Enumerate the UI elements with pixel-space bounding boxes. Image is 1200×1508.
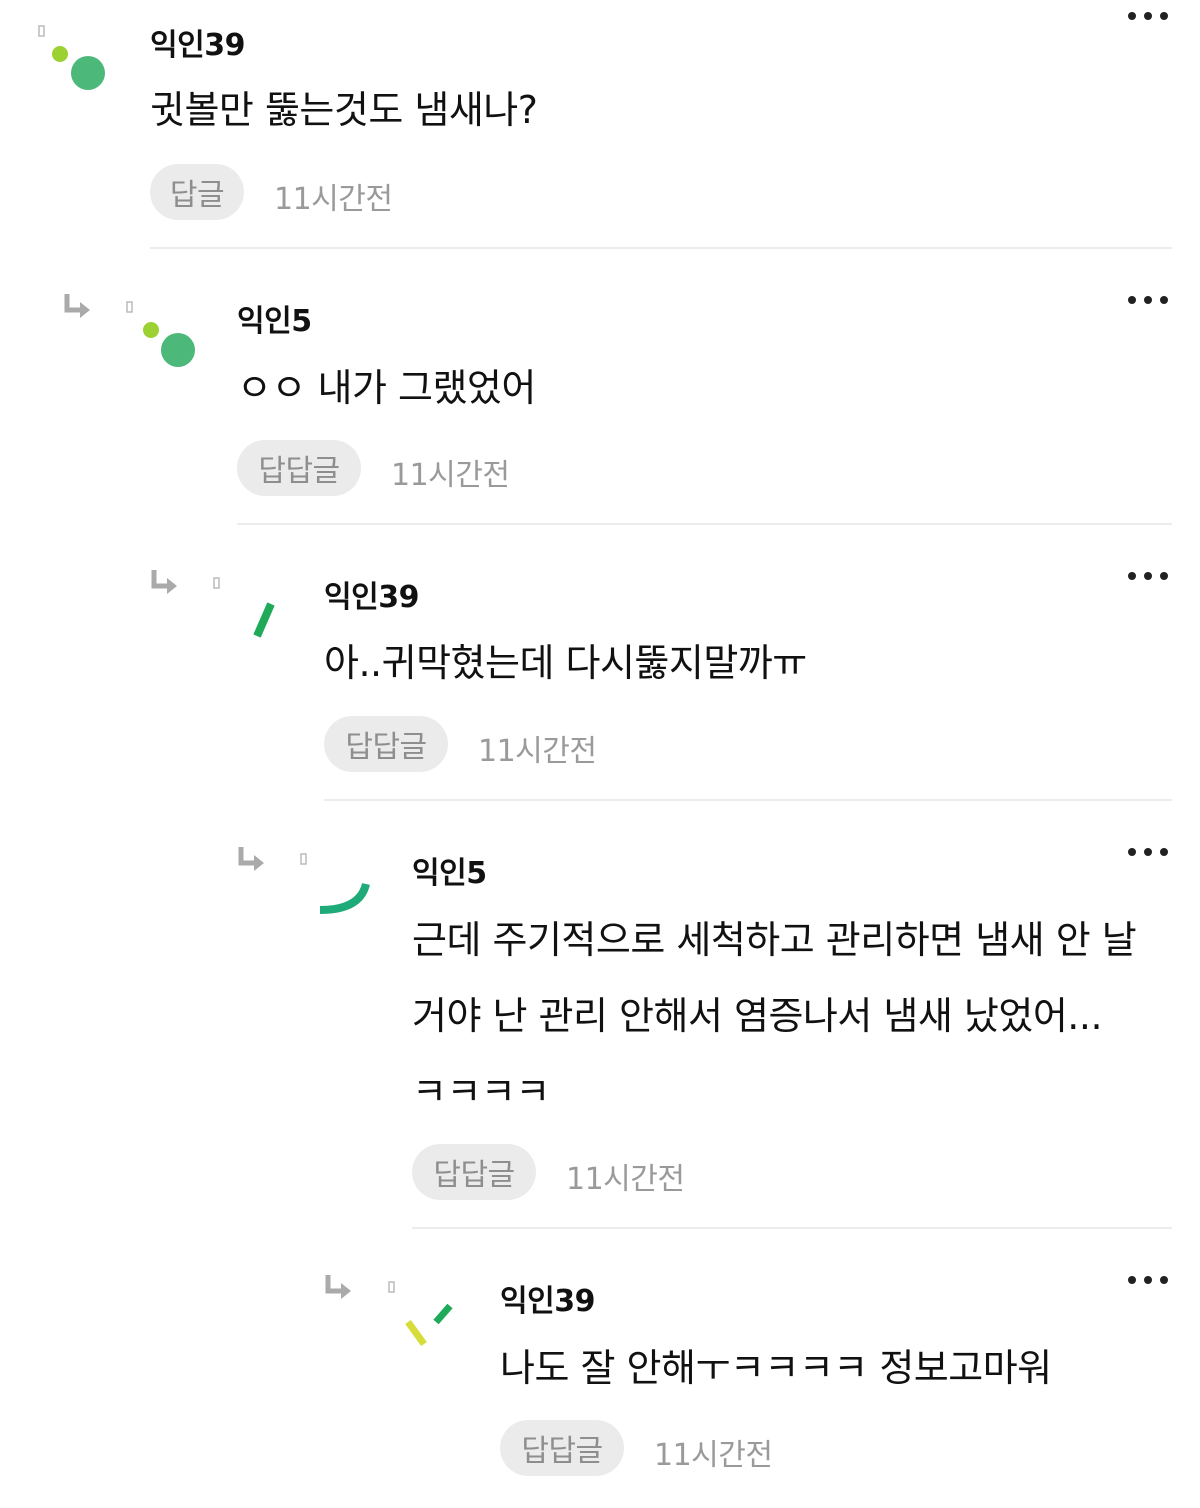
avatar[interactable]	[205, 570, 285, 650]
more-options-button[interactable]	[1126, 290, 1170, 310]
reply-button[interactable]: 답답글	[500, 1420, 624, 1476]
divider	[324, 799, 1172, 801]
reply-button[interactable]: 답글	[150, 164, 244, 220]
reply-arrow-icon	[236, 845, 268, 875]
comment-author: 익인5	[237, 304, 312, 339]
avatar[interactable]	[292, 846, 372, 926]
more-options-button[interactable]	[1126, 566, 1170, 586]
comment-author: 익인39	[150, 28, 245, 63]
reply-arrow-icon	[62, 292, 94, 322]
more-horizontal-icon	[1128, 1276, 1168, 1284]
divider	[237, 523, 1172, 525]
comment-author: 익인39	[500, 1284, 595, 1319]
comment-time: 11시간전	[566, 1162, 685, 1197]
reply-button[interactable]: 답답글	[237, 440, 361, 496]
comment-time: 11시간전	[274, 182, 393, 217]
reply-arrow-icon	[323, 1273, 355, 1303]
comment-time: 11시간전	[654, 1438, 773, 1473]
more-horizontal-icon	[1128, 572, 1168, 580]
comment-text: ㅇㅇ 내가 그랬었어	[237, 366, 536, 410]
more-options-button[interactable]	[1126, 6, 1170, 26]
reply-button[interactable]: 답답글	[412, 1144, 536, 1200]
reply-button[interactable]: 답답글	[324, 716, 448, 772]
divider	[412, 1227, 1172, 1229]
avatar[interactable]	[380, 1274, 460, 1354]
more-options-button[interactable]	[1126, 842, 1170, 862]
more-options-button[interactable]	[1126, 1270, 1170, 1290]
reply-arrow-icon	[149, 568, 181, 598]
more-horizontal-icon	[1128, 848, 1168, 856]
comment-text: 근데 주기적으로 세척하고 관리하면 냄새 안 날 거야 난 관리 안해서 염증…	[412, 918, 1137, 1114]
comment-author: 익인39	[324, 580, 419, 615]
divider	[150, 247, 1172, 249]
comment-time: 11시간전	[391, 458, 510, 493]
comment-time: 11시간전	[478, 734, 597, 769]
more-horizontal-icon	[1128, 12, 1168, 20]
comment-author: 익인5	[412, 856, 487, 891]
comment-text: 아..귀막혔는데 다시뚫지말까ㅠ	[324, 641, 807, 685]
more-horizontal-icon	[1128, 296, 1168, 304]
avatar[interactable]	[30, 18, 110, 98]
avatar[interactable]	[118, 294, 198, 374]
comment-text: 나도 잘 안해ㅜㅋㅋㅋㅋ 정보고마워	[500, 1346, 1052, 1390]
comment-text: 귓볼만 뚫는것도 냄새나?	[150, 88, 538, 132]
